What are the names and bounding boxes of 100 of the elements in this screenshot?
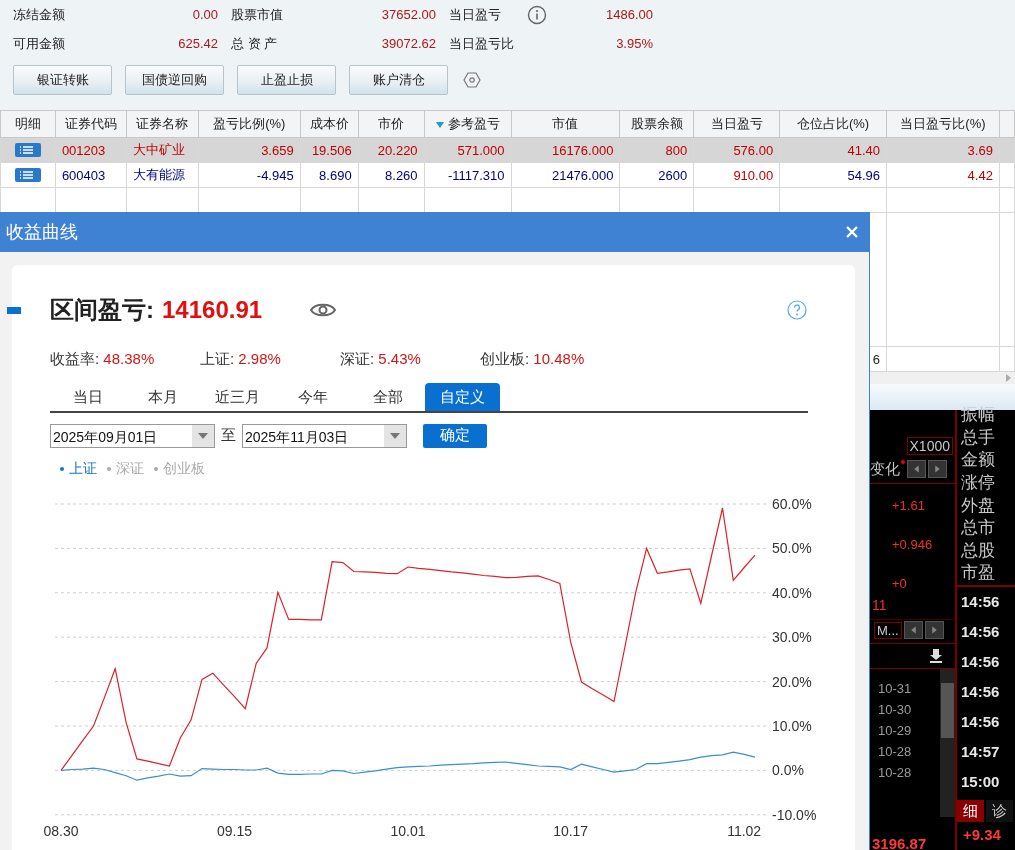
caret-icon[interactable] <box>198 432 208 439</box>
field-label: 总市 <box>961 517 996 540</box>
column-header[interactable]: 成本价 <box>300 110 359 138</box>
axis-label: 10.17 <box>553 823 589 839</box>
settings-icon[interactable] <box>463 71 481 89</box>
column-header[interactable]: 当日盈亏比(%) <box>886 110 1000 138</box>
trade-time: 14:57 <box>960 742 1001 762</box>
column-header[interactable]: 市值 <box>511 110 620 138</box>
period-tab[interactable]: 近三月 <box>200 383 275 411</box>
marker-icon <box>7 307 21 314</box>
table-cell: 8.690 <box>300 162 359 188</box>
sort-icon[interactable] <box>435 121 444 128</box>
column-header[interactable]: 股票余额 <box>619 110 694 138</box>
field-label: 总手 <box>961 426 996 449</box>
axis-label: 40.0% <box>772 584 812 601</box>
table-cell: 571.000 <box>424 137 511 163</box>
field-label: 当日盈亏 <box>449 5 501 24</box>
table-cell: 16176.000 <box>511 137 620 163</box>
date-item[interactable]: 10-28 <box>878 744 940 759</box>
field-label: 外盘 <box>961 494 996 517</box>
field-label: 可用金额 <box>13 34 65 53</box>
date-item[interactable]: 10-29 <box>878 723 940 738</box>
axis-label: 60.0% <box>772 496 812 512</box>
period-tab[interactable]: 今年 <box>275 383 350 411</box>
field-label: 股票市值 <box>231 5 283 24</box>
period-tab[interactable]: 本月 <box>125 383 200 411</box>
scrollbar[interactable] <box>940 669 955 817</box>
axis-label: 0.0% <box>772 762 804 779</box>
scale-label: +0 <box>892 576 908 591</box>
table-cell: -4.945 <box>198 162 301 188</box>
range-separator: 至 <box>221 426 236 445</box>
field-label: 冻结金额 <box>13 5 65 24</box>
action-button[interactable]: 账户清仓 <box>349 65 448 95</box>
field-value: 3.95% <box>616 36 653 51</box>
panel-tab[interactable]: 诊 <box>986 800 1013 822</box>
axis-label: -10.0% <box>772 806 817 823</box>
scale-label: +1.61 <box>892 498 926 513</box>
table-cell: 3.659 <box>198 137 301 163</box>
field-label: 总股 <box>961 539 996 562</box>
index-change: +9.34 <box>962 826 1002 843</box>
column-header[interactable]: 证券名称 <box>126 110 199 138</box>
eye-icon[interactable] <box>310 301 337 319</box>
axis-label: 30.0% <box>772 629 812 646</box>
axis-label: 20.0% <box>772 673 812 690</box>
field-label: 市盈 <box>961 562 996 585</box>
help-icon[interactable] <box>787 300 807 320</box>
field-label: 总 资 产 <box>231 34 278 53</box>
field-label: 涨停 <box>961 472 996 495</box>
stat-text: 收益率: 48.38% <box>50 349 156 369</box>
index-value: 3196.87 <box>871 835 928 850</box>
confirm-button[interactable]: 确定 <box>423 423 487 448</box>
action-button[interactable]: 止盈止损 <box>237 65 336 95</box>
field-value: 37652.00 <box>381 7 436 22</box>
column-header[interactable]: 参考盈亏 <box>424 110 511 138</box>
column-header[interactable]: 明细 <box>0 110 56 138</box>
table-cell: 3.69 <box>886 137 1000 163</box>
column-header[interactable]: 当日盈亏 <box>693 110 780 138</box>
scale-label: 11 <box>871 597 888 613</box>
scroll-arrow-icon[interactable] <box>1006 374 1011 382</box>
table-cell: 576.00 <box>693 137 780 163</box>
date-field[interactable]: 2025年11月03日 <box>242 423 407 448</box>
axis-label: 50.0% <box>772 540 812 557</box>
stat-text: 上证: 2.98% <box>200 349 282 369</box>
date-item[interactable]: 10-31 <box>878 681 940 696</box>
period-tab[interactable]: 全部 <box>350 383 425 411</box>
column-header[interactable]: 盈亏比例(%) <box>198 110 301 138</box>
caret-icon[interactable] <box>390 432 400 439</box>
list-icon[interactable] <box>14 143 41 157</box>
column-header[interactable]: 市价 <box>358 110 425 138</box>
column-header[interactable]: 仓位占比(%) <box>779 110 887 138</box>
date-item[interactable]: 10-30 <box>878 702 940 717</box>
axis-label: 10.0% <box>772 718 812 734</box>
info-icon[interactable] <box>527 4 547 25</box>
table-cell: 600403 <box>55 162 127 188</box>
date-item[interactable]: 10-28 <box>878 765 940 780</box>
download-icon[interactable] <box>929 649 943 663</box>
trade-time: 14:56 <box>960 622 1001 642</box>
column-header[interactable]: 证券代码 <box>55 110 127 138</box>
axis-label: 09.15 <box>217 823 252 839</box>
menu-tab[interactable]: M... <box>874 621 902 639</box>
heading-value: 14160.91 <box>162 296 263 324</box>
field-value: 0.00 <box>192 7 218 22</box>
trade-time: 14:56 <box>960 652 1001 672</box>
table-cell: 54.96 <box>779 162 887 188</box>
field-value: 1486.00 <box>606 7 653 22</box>
period-tab[interactable]: 自定义 <box>425 383 500 411</box>
period-tab[interactable]: 当日 <box>50 383 125 411</box>
field-label: 金额 <box>961 449 996 472</box>
axis-label: 11.02 <box>727 823 762 839</box>
date-field[interactable]: 2025年09月01日 <box>50 423 215 448</box>
legend-item[interactable]: 上证 <box>60 459 97 478</box>
stat-text: 深证: 5.43% <box>340 349 422 369</box>
list-icon[interactable] <box>14 168 41 182</box>
panel-tab[interactable]: 细 <box>957 800 984 822</box>
close-icon[interactable] <box>845 225 859 239</box>
field-value: 39072.62 <box>381 36 436 51</box>
action-button[interactable]: 国债逆回购 <box>125 65 224 95</box>
chart-label: 变化 <box>870 459 905 479</box>
field-label: 当日盈亏比 <box>449 34 514 53</box>
action-button[interactable]: 银证转账 <box>13 65 112 95</box>
